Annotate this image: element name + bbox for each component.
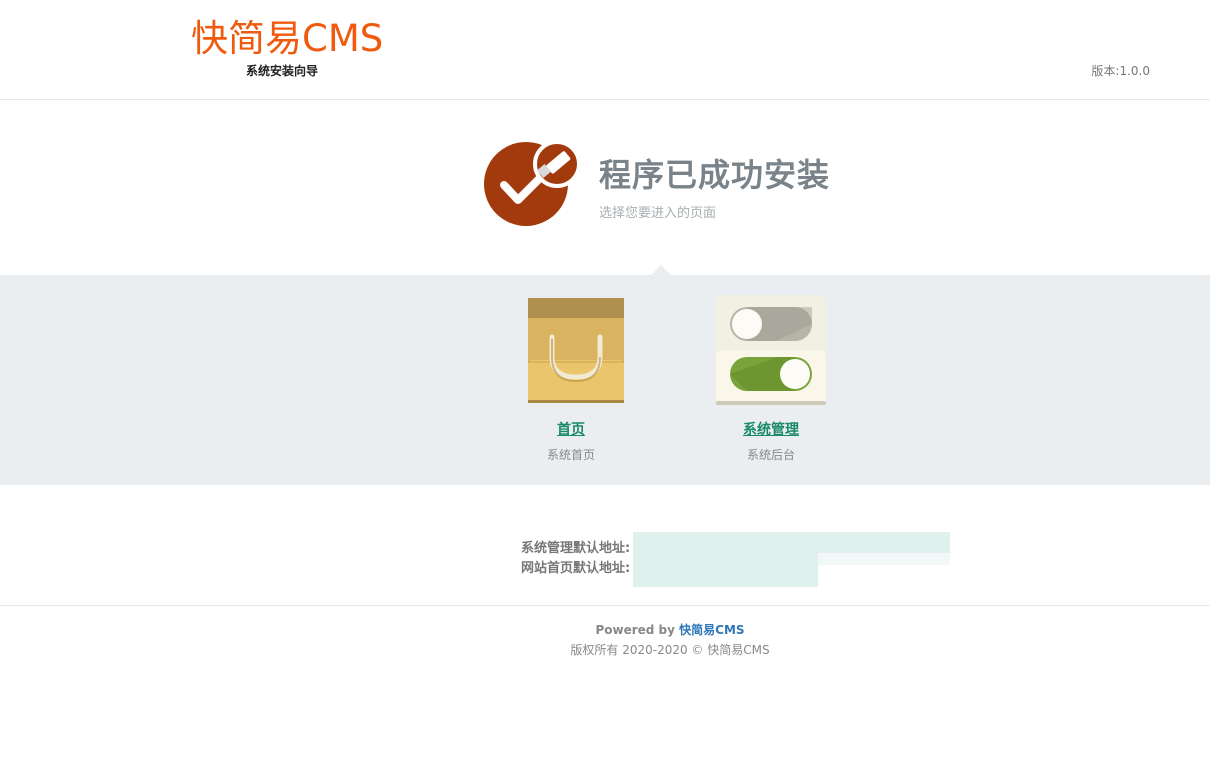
admin-desc: 系统后台 [746,448,795,462]
toggle-switches-icon[interactable] [716,295,826,405]
powered-prefix: Powered by [595,623,680,637]
powered-by: Powered by 快简易CMS [0,621,1210,638]
site-address-label: 网站首页默认地址: [521,561,631,576]
redacted-site-address-tail [818,553,950,565]
page-title: 程序已成功安装 [599,156,831,194]
copyright: 版权所有 2020-2020 © 快简易CMS [570,643,770,657]
redacted-site-address [633,553,818,587]
home-desc: 系统首页 [546,448,595,462]
version-label: 版本:1.0.0 [1091,64,1150,78]
page-header: 快简易CMS 系统安装向导 版本:1.0.0 [0,0,1210,100]
pointer-arrow [651,265,671,275]
check-icon [484,140,581,228]
choice-admin[interactable]: 系统管理 系统后台 [701,295,841,463]
admin-address-label: 系统管理默认地址: [521,541,631,556]
home-link[interactable]: 首页 [557,419,585,439]
powered-brand-link[interactable]: 快简易CMS [679,623,744,637]
shopping-bag-icon[interactable] [516,295,626,405]
redacted-admin-address [633,532,950,553]
page-subtitle: 选择您要进入的页面 [599,206,717,221]
admin-link[interactable]: 系统管理 [743,419,799,439]
logo-subtitle: 系统安装向导 [246,64,319,78]
logo[interactable]: 快简易CMS [191,19,383,59]
choice-home[interactable]: 首页 系统首页 [501,295,641,463]
footer-divider [0,605,1210,606]
